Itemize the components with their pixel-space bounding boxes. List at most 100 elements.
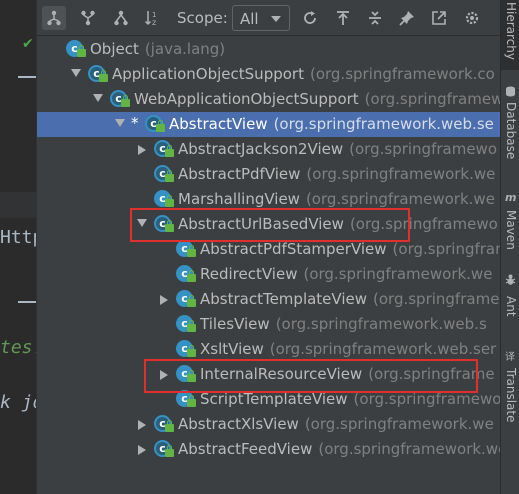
tab-hierarchy[interactable]: Hierarchy bbox=[501, 0, 519, 70]
class-package: (org.springframework.web.s bbox=[275, 315, 487, 333]
class-name: InternalResourceView bbox=[200, 365, 363, 383]
expand-arrow-icon[interactable] bbox=[138, 445, 146, 455]
scope-value: All bbox=[240, 10, 259, 28]
class-package: (org.springframework.web.se bbox=[273, 115, 494, 133]
class-icon: c bbox=[176, 290, 196, 309]
tree-row[interactable]: cAbstractPdfStamperView (org.springframe bbox=[37, 237, 500, 262]
scope-label: Scope: bbox=[177, 9, 228, 27]
class-package: (org.springframewo bbox=[349, 140, 498, 158]
sort-alphabetically-icon[interactable]: 1z bbox=[141, 6, 165, 30]
hierarchy-toolbar: 1z Scope: All bbox=[37, 0, 500, 36]
ant-icon bbox=[505, 274, 516, 285]
tree-row[interactable]: c RedirectView (org.springframework.we bbox=[37, 262, 500, 287]
tab-translate[interactable]: 译 Translate bbox=[501, 350, 519, 430]
class-name: AbstractPdfView bbox=[178, 165, 301, 183]
pin-icon[interactable] bbox=[395, 6, 419, 30]
editor-code-text: tes. bbox=[0, 337, 36, 358]
class-package: (org.springframewo bbox=[373, 290, 500, 308]
class-package: (org.springframework.we bbox=[305, 190, 495, 208]
tab-database[interactable]: Database bbox=[501, 84, 519, 170]
class-label: InternalResourceView (org.springframe bbox=[200, 365, 495, 383]
class-icon: c bbox=[176, 340, 196, 359]
class-icon: c bbox=[154, 190, 174, 209]
tree-row[interactable]: c Object (java.lang) bbox=[37, 37, 500, 62]
tree-row[interactable]: c AbstractJackson2View (org.springframewo bbox=[37, 137, 500, 162]
class-icon: c bbox=[176, 265, 196, 284]
settings-icon[interactable] bbox=[460, 6, 484, 30]
export-icon[interactable] bbox=[427, 6, 451, 30]
class-icon: c bbox=[176, 365, 196, 384]
class-package: (java.lang) bbox=[144, 40, 226, 58]
tree-row[interactable]: c AbstractFeedView (org.springframework.we bbox=[37, 437, 500, 462]
class-name: MarshallingView bbox=[178, 190, 300, 208]
abstract-class-icon: c bbox=[154, 215, 174, 234]
tree-row[interactable]: cScriptTemplateView (org.springframework.… bbox=[37, 387, 500, 412]
class-icon: c bbox=[176, 315, 196, 334]
tab-maven[interactable]: m Maven bbox=[501, 188, 519, 258]
class-label: Object (java.lang) bbox=[90, 40, 225, 58]
tree-row[interactable]: c AbstractXlsView (org.springframework.we bbox=[37, 412, 500, 437]
collapse-arrow-icon[interactable] bbox=[93, 94, 103, 102]
tree-row[interactable]: c XsltView (org.springframework.web.ser bbox=[37, 337, 500, 362]
tree-row[interactable]: c TilesView (org.springframework.web.s bbox=[37, 312, 500, 337]
class-name: AbstractFeedView bbox=[178, 440, 313, 458]
database-icon bbox=[506, 86, 515, 97]
abstract-class-icon: c bbox=[154, 165, 174, 184]
class-name: XsltView bbox=[200, 340, 264, 358]
class-label: AbstractTemplateView (org.springframewo bbox=[200, 290, 500, 308]
class-label: MarshallingView (org.springframework.we bbox=[178, 190, 495, 208]
class-label: ApplicationObjectSupport (org.springframe… bbox=[112, 65, 495, 83]
expand-arrow-icon[interactable] bbox=[160, 295, 168, 305]
class-name: ApplicationObjectSupport bbox=[112, 65, 304, 83]
class-icon: c bbox=[66, 40, 86, 59]
tree-row[interactable]: c MarshallingView (org.springframework.we bbox=[37, 187, 500, 212]
collapse-arrow-icon[interactable] bbox=[115, 119, 125, 127]
tree-row[interactable]: cAbstractTemplateView (org.springframewo bbox=[37, 287, 500, 312]
chevron-down-icon bbox=[271, 16, 281, 22]
class-name: AbstractXlsView bbox=[178, 415, 299, 433]
tree-row[interactable]: c InternalResourceView (org.springframe bbox=[37, 362, 500, 387]
tree-row[interactable]: c AbstractUrlBasedView (org.springframewo bbox=[37, 212, 500, 237]
collapse-arrow-icon[interactable] bbox=[71, 69, 81, 77]
tree-row[interactable]: c ApplicationObjectSupport (org.springfram… bbox=[37, 62, 500, 87]
class-label: AbstractView (org.springframework.web.se bbox=[169, 115, 494, 133]
subtypes-hierarchy-icon[interactable] bbox=[109, 6, 133, 30]
class-label: ScriptTemplateView (org.springframework.w bbox=[200, 390, 500, 408]
class-label: AbstractPdfView (org.springframework.we bbox=[178, 165, 495, 183]
class-package: (org.springframe bbox=[392, 240, 500, 258]
expand-all-icon[interactable] bbox=[331, 6, 355, 30]
class-name: WebApplicationObjectSupport bbox=[134, 90, 359, 108]
abstract-class-icon: c bbox=[88, 65, 108, 84]
abstract-class-icon: c bbox=[110, 90, 130, 109]
editor-line-highlight bbox=[0, 192, 36, 218]
tree-row[interactable]: c WebApplicationObjectSupport (org.springf… bbox=[37, 87, 500, 112]
class-package: (org.springframework.we bbox=[304, 415, 494, 433]
expand-arrow-icon[interactable] bbox=[138, 145, 146, 155]
tab-hierarchy-label: Hierarchy bbox=[504, 2, 518, 61]
class-package: (org.springframework.web.ser bbox=[269, 340, 497, 358]
class-package: (org.springframework.we bbox=[303, 265, 493, 283]
supertypes-hierarchy-icon[interactable] bbox=[76, 6, 100, 30]
class-name: AbstractUrlBasedView bbox=[178, 215, 344, 233]
tab-ant[interactable]: Ant bbox=[501, 272, 519, 332]
tree-row[interactable]: * c AbstractView (org.springframework.web.s… bbox=[37, 112, 500, 137]
type-hierarchy-icon[interactable] bbox=[42, 6, 66, 30]
collapse-all-icon[interactable] bbox=[363, 6, 387, 30]
editor-divider bbox=[18, 301, 36, 303]
refresh-icon[interactable] bbox=[298, 6, 322, 30]
expand-arrow-icon[interactable] bbox=[138, 420, 146, 430]
class-label: XsltView (org.springframework.web.ser bbox=[200, 340, 496, 358]
editor-fragment[interactable]: ✔ Http tes. k jo bbox=[0, 0, 37, 494]
scope-dropdown[interactable]: All bbox=[232, 5, 290, 31]
tree-row[interactable]: c AbstractPdfView (org.springframework.we bbox=[37, 162, 500, 187]
abstract-class-icon: c bbox=[145, 115, 165, 134]
class-name: Object bbox=[90, 40, 139, 58]
tab-ant-label: Ant bbox=[504, 296, 518, 317]
class-name: RedirectView bbox=[200, 265, 298, 283]
editor-divider bbox=[18, 76, 36, 78]
tab-database-label: Database bbox=[504, 102, 518, 160]
expand-arrow-icon[interactable] bbox=[160, 370, 168, 380]
abstract-class-icon: c bbox=[154, 440, 174, 459]
hierarchy-tree[interactable]: c Object (java.lang) c ApplicationObjectSupp… bbox=[37, 37, 500, 494]
collapse-arrow-icon[interactable] bbox=[137, 219, 147, 227]
